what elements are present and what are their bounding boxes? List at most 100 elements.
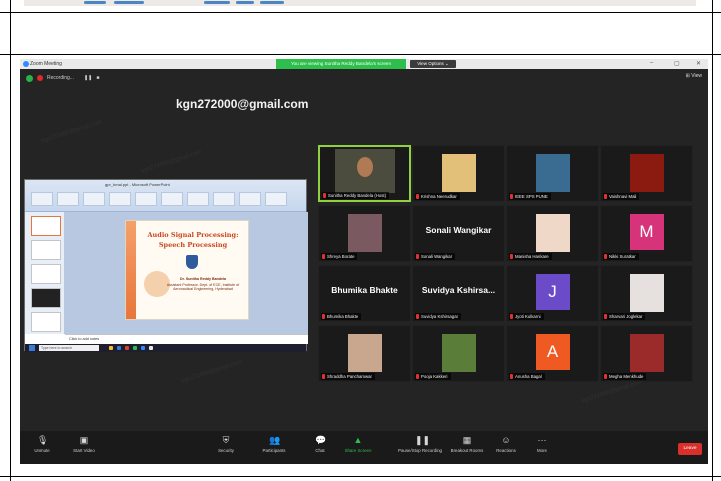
- pause-recording-button[interactable]: ❚❚: [84, 75, 92, 81]
- mic-muted-icon: [510, 374, 513, 379]
- recording-label: Recording...: [47, 75, 74, 81]
- people-icon: 👥: [269, 435, 281, 445]
- participant-name: Jyoti Kulkarni: [515, 314, 541, 319]
- reactions-button[interactable]: ☺ Reactions: [486, 435, 526, 453]
- participant-name-label: Nikki Suratkar: [603, 253, 639, 260]
- share-screen-button[interactable]: ▲ Share Screen: [338, 435, 378, 453]
- participant-name-label: Jyoti Kulkarni: [509, 313, 544, 320]
- participant-name-label: Pooja Kakkeri: [415, 373, 451, 380]
- view-button[interactable]: ⊞ View: [686, 73, 702, 79]
- chat-bubble-icon: 💬: [315, 435, 327, 445]
- participant-tile[interactable]: IEEE SPS PUNE: [506, 145, 599, 202]
- slide-affiliation: Assistant Professor, Dept. of ECE, Insti…: [166, 283, 240, 291]
- watermark-email: kgn272000@gmail.com: [176, 97, 309, 111]
- participant-tile[interactable]: Sunitha Reddy Bandela (Host): [318, 145, 411, 202]
- previous-screenshot-strip: [24, 0, 696, 6]
- security-button[interactable]: ⛨ Security: [206, 435, 246, 453]
- participant-name: Sonali Wangikar: [421, 254, 453, 259]
- pause-recording-toolbar-button[interactable]: ❚❚ Pause/Stop Recording: [390, 435, 450, 453]
- participant-name: Shreya Borate: [327, 254, 355, 259]
- meeting-toolbar: 🎙 Unmute ▣ Start Video ⛨ Security 👥 Part…: [20, 431, 708, 464]
- mic-muted-icon: [416, 194, 419, 199]
- breakout-rooms-button[interactable]: ▦ Breakout Rooms: [442, 435, 492, 453]
- ellipsis-icon: ···: [537, 435, 547, 445]
- participant-name: Pooja Kakkeri: [421, 374, 448, 379]
- record-icon: ❚❚: [415, 435, 431, 445]
- participant-photo: [441, 334, 476, 372]
- participant-name: Nikki Suratkar: [609, 254, 636, 259]
- participant-name-label: Shraddha Panchamwar: [321, 373, 375, 380]
- taskbar-search[interactable]: Type here to search: [39, 345, 99, 351]
- more-button[interactable]: ··· More: [522, 435, 562, 453]
- slide-canvas: Audio Signal Processing: Speech Processi…: [65, 212, 308, 334]
- participant-tile[interactable]: Vaishnavi Mali: [600, 145, 693, 202]
- ppt-app-title: gpr_hmal.ppt - Microsoft PowerPoint: [105, 182, 170, 187]
- minimize-button[interactable]: –: [650, 60, 653, 66]
- start-video-button[interactable]: ▣ Start Video: [64, 435, 104, 453]
- table-border-bottom: [0, 476, 721, 477]
- avatar-letter: M: [629, 214, 664, 250]
- participant-tile[interactable]: A Anusha Bagal: [506, 325, 599, 382]
- windows-taskbar: Type here to search: [25, 344, 306, 352]
- participant-tile[interactable]: Pooja Kakkeri: [412, 325, 505, 382]
- mic-muted-icon: [510, 254, 513, 259]
- participant-display-name: Bhumika Bhakte: [331, 285, 398, 295]
- participant-name-label: Manisha Hankare: [509, 253, 552, 260]
- participants-button[interactable]: 👥 Participants: [254, 435, 294, 453]
- mic-muted-icon: [322, 314, 325, 319]
- maximize-button[interactable]: ▢: [674, 60, 680, 67]
- participant-name-label: IEEE SPS PUNE: [509, 193, 551, 200]
- table-border-right: [712, 0, 713, 481]
- stop-recording-button[interactable]: ■: [96, 75, 99, 81]
- mic-muted-icon: [416, 254, 419, 259]
- watermark: kgn272000@gmail.com: [40, 119, 103, 145]
- participant-tile[interactable]: Suvidya Kshirsa... Suvidya Kshirsagar: [412, 265, 505, 322]
- recording-indicator: Recording... ❚❚ ■: [26, 73, 99, 83]
- mic-muted-icon: [604, 254, 607, 259]
- participant-tile[interactable]: Manisha Hankare: [506, 205, 599, 262]
- share-screen-icon: ▲: [353, 435, 363, 445]
- slide-author: Dr. Sunitha Reddy Bandela: [180, 277, 226, 281]
- participant-tile[interactable]: Shraddha Panchamwar: [318, 325, 411, 382]
- mic-muted-icon: [322, 254, 325, 259]
- view-options-button[interactable]: View Options ⌄: [410, 60, 456, 68]
- unmute-button[interactable]: 🎙 Unmute: [22, 435, 62, 453]
- participant-tile[interactable]: M Nikki Suratkar: [600, 205, 693, 262]
- participant-name: Krishna Neerudkar: [421, 194, 457, 199]
- participant-tile[interactable]: J Jyoti Kulkarni: [506, 265, 599, 322]
- mic-muted-icon: [510, 314, 513, 319]
- notes-pane[interactable]: Click to add notes: [65, 334, 308, 344]
- title-bar: Zoom Meeting You are viewing Sunitha Red…: [20, 59, 708, 69]
- participant-tile[interactable]: Shreya Borate: [318, 205, 411, 262]
- emoji-icon: ☺: [501, 435, 511, 445]
- participant-name: Anusha Bagal: [515, 374, 542, 379]
- participant-video: [334, 149, 395, 193]
- security-shield-icon: [26, 74, 33, 82]
- shared-screen[interactable]: gpr_hmal.ppt - Microsoft PowerPoint Audi…: [24, 179, 308, 352]
- participant-name-label: Shreya Borate: [321, 253, 358, 260]
- ppt-ribbon: gpr_hmal.ppt - Microsoft PowerPoint: [25, 180, 306, 212]
- close-button[interactable]: ✕: [696, 60, 701, 67]
- participant-name-label: Sharvari Joglekar: [603, 313, 646, 320]
- document-page: Zoom Meeting You are viewing Sunitha Red…: [0, 0, 721, 481]
- participant-photo: [347, 334, 382, 372]
- participant-tile[interactable]: Krishna Neerudkar: [412, 145, 505, 202]
- mic-muted-icon: [322, 374, 325, 379]
- participant-name-label: Sonali Wangikar: [415, 253, 456, 260]
- face-shape: [356, 157, 373, 177]
- participant-tile[interactable]: Megha Menkhude: [600, 325, 693, 382]
- participant-photo: [441, 154, 476, 192]
- avatar-letter: J: [535, 274, 570, 310]
- participant-photo: [535, 214, 570, 252]
- participant-tile[interactable]: Sonali Wangikar Sonali Wangikar: [412, 205, 505, 262]
- participant-name-label: Sunitha Reddy Bandela (Host): [322, 192, 390, 199]
- participant-tile[interactable]: Bhumika Bhakte Bhumika Bhakte: [318, 265, 411, 322]
- chat-button[interactable]: 💬 Chat: [300, 435, 340, 453]
- start-icon[interactable]: [29, 345, 35, 351]
- participant-tile[interactable]: Sharvari Joglekar: [600, 265, 693, 322]
- participant-display-name: Sonali Wangikar: [425, 225, 492, 235]
- leave-button[interactable]: Leave: [678, 443, 702, 455]
- table-border-top: [0, 12, 721, 13]
- slide-thumbnails: [25, 212, 65, 334]
- shield-icon: ⛨: [222, 435, 230, 445]
